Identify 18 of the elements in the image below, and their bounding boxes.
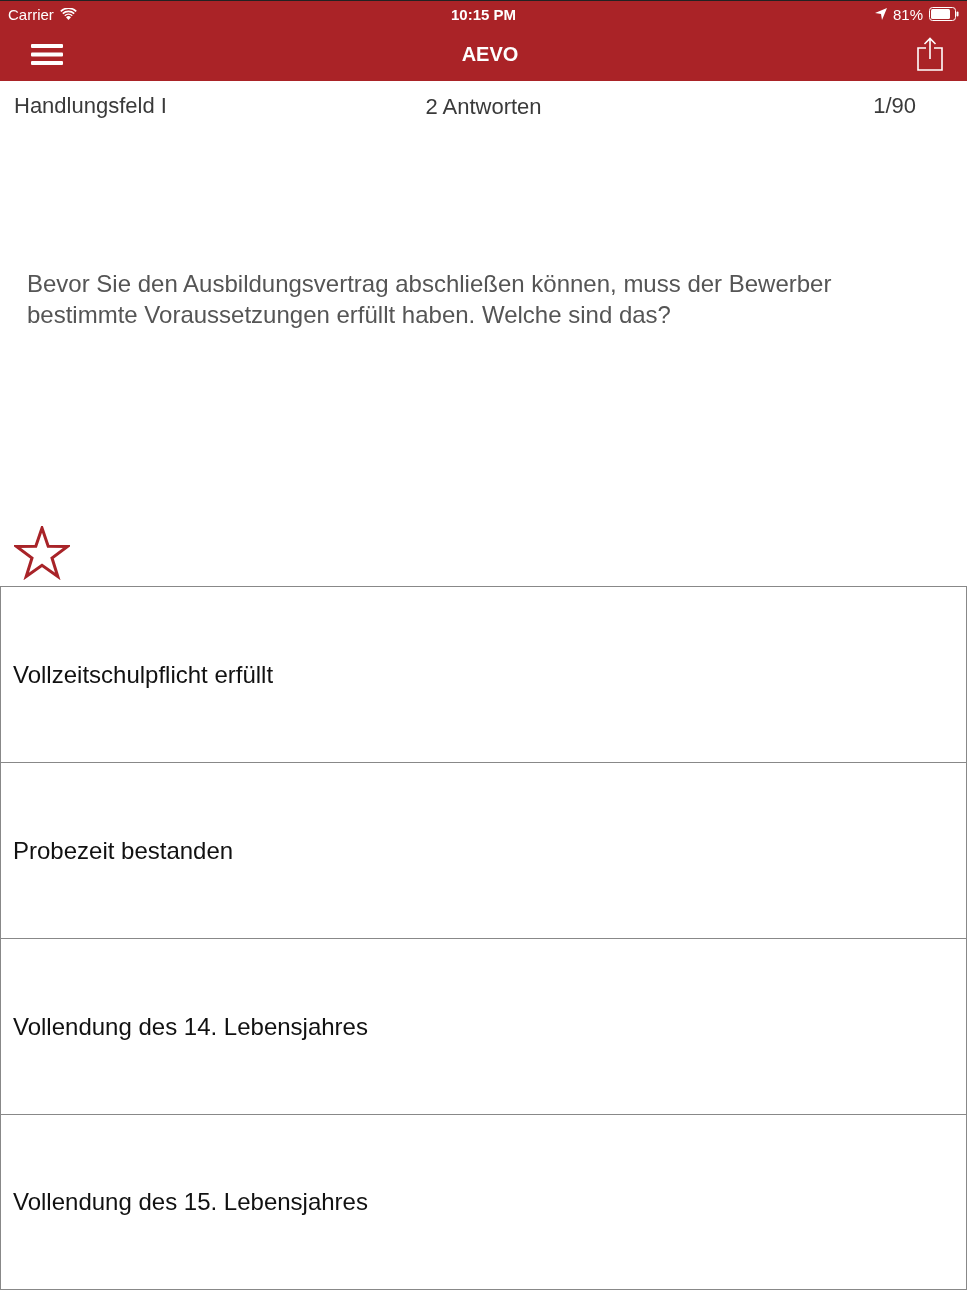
wifi-icon <box>59 8 77 20</box>
answer-option[interactable]: Vollendung des 14. Lebensjahres <box>0 938 967 1114</box>
app-title: AEVO <box>461 42 519 66</box>
battery-icon <box>929 7 959 21</box>
answer-count-label: 2 Antworten <box>424 94 543 120</box>
star-icon[interactable] <box>14 526 70 580</box>
category-label: Handlungsfeld I <box>14 93 167 119</box>
answer-option[interactable]: Probezeit bestanden <box>0 762 967 938</box>
share-icon[interactable] <box>917 37 943 71</box>
progress-counter: 1/90 <box>873 93 916 119</box>
question-text: Bevor Sie den Ausbildungsvertrag abschließen können, muss der Bewerber bestimmte Voraussetzungen erfüllt haben. Welche sind das? <box>27 269 833 330</box>
carrier-label: Carrier <box>8 5 54 23</box>
location-arrow-icon <box>874 8 887 20</box>
answer-option[interactable]: Vollzeitschulpflicht erfüllt <box>0 586 967 762</box>
clock-time: 10:15 PM <box>449 5 517 23</box>
battery-percent: 81% <box>892 5 923 23</box>
answer-option[interactable]: Vollendung des 15. Lebensjahres <box>0 1114 967 1290</box>
menu-icon[interactable] <box>31 43 63 65</box>
